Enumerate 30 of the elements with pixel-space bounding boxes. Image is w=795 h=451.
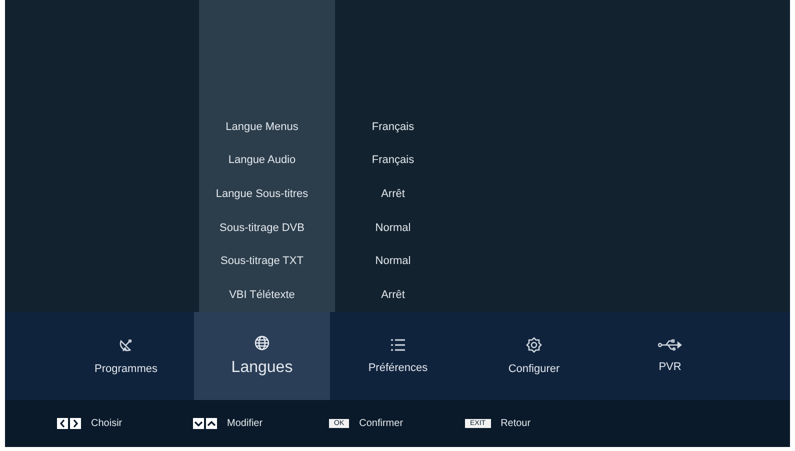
usb-icon: [658, 339, 682, 351]
setting-label[interactable]: Sous-titrage TXT: [194, 255, 330, 268]
right-key-icon: [70, 418, 81, 429]
menu-tab[interactable]: Programmes: [58, 312, 194, 400]
setting-value: Arrêt: [380, 188, 406, 200]
setting-value: Français: [370, 154, 416, 166]
satellite-dish-icon: [118, 337, 134, 353]
setting-value: Français: [370, 120, 416, 133]
setting-value: Normal: [374, 222, 412, 234]
setting-label[interactable]: Sous-titrage DVB: [194, 222, 330, 234]
hint-label: Retour: [500, 418, 531, 429]
list-icon: [390, 338, 406, 352]
hint-label: Confirmer: [359, 418, 404, 429]
hint-label: Choisir: [91, 418, 122, 429]
up-key-icon: [206, 418, 217, 429]
setting-label[interactable]: Langue Sous-titres: [194, 188, 330, 200]
menu-tab[interactable]: Préférences: [330, 312, 466, 400]
globe-icon: [254, 335, 270, 351]
hint-label: Modifier: [227, 418, 263, 429]
menu-tab[interactable]: Configurer: [466, 312, 602, 400]
setting-value: Arrêt: [380, 288, 406, 301]
setting-value: Normal: [374, 255, 412, 268]
left-key-icon: [57, 418, 68, 429]
setting-label[interactable]: VBI Télétexte: [194, 288, 330, 301]
down-key-icon: [193, 418, 204, 429]
menu-tab[interactable]: Langues: [194, 312, 330, 400]
settings-icon: [526, 337, 542, 353]
menu-tab[interactable]: PVR: [602, 312, 738, 400]
setting-label[interactable]: Langue Audio: [194, 154, 330, 166]
setting-label[interactable]: Langue Menus: [194, 120, 330, 133]
